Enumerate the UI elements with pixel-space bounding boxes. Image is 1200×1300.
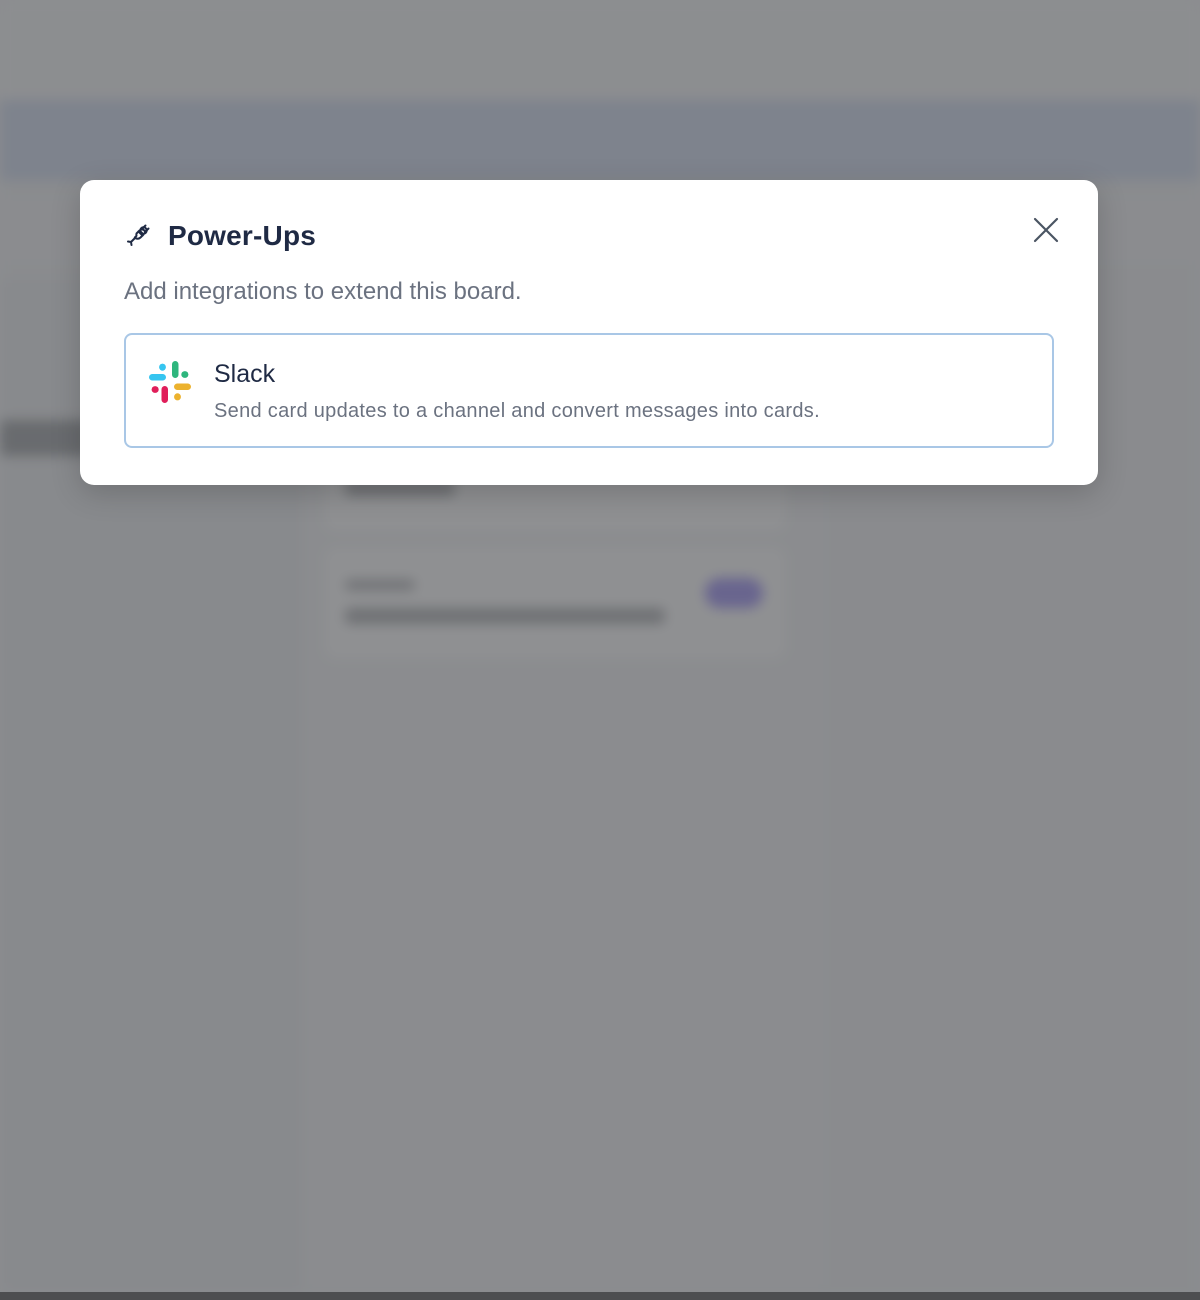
integration-name: Slack (214, 360, 276, 388)
integration-card-slack[interactable]: Slack Send card updates to a channel and… (124, 333, 1054, 448)
slack-icon (148, 360, 192, 404)
modal-header: Power-Ups (124, 220, 316, 252)
power-ups-dialog: Power-Ups Add integrations to extend thi… (80, 180, 1098, 485)
modal-title: Power-Ups (168, 220, 317, 251)
close-button[interactable] (1030, 214, 1062, 246)
close-icon (1033, 217, 1059, 243)
integration-description: Send card updates to a channel and conve… (214, 400, 820, 422)
plug-icon (124, 222, 152, 250)
modal-subtitle: Add integrations to extend this board. (124, 278, 522, 305)
